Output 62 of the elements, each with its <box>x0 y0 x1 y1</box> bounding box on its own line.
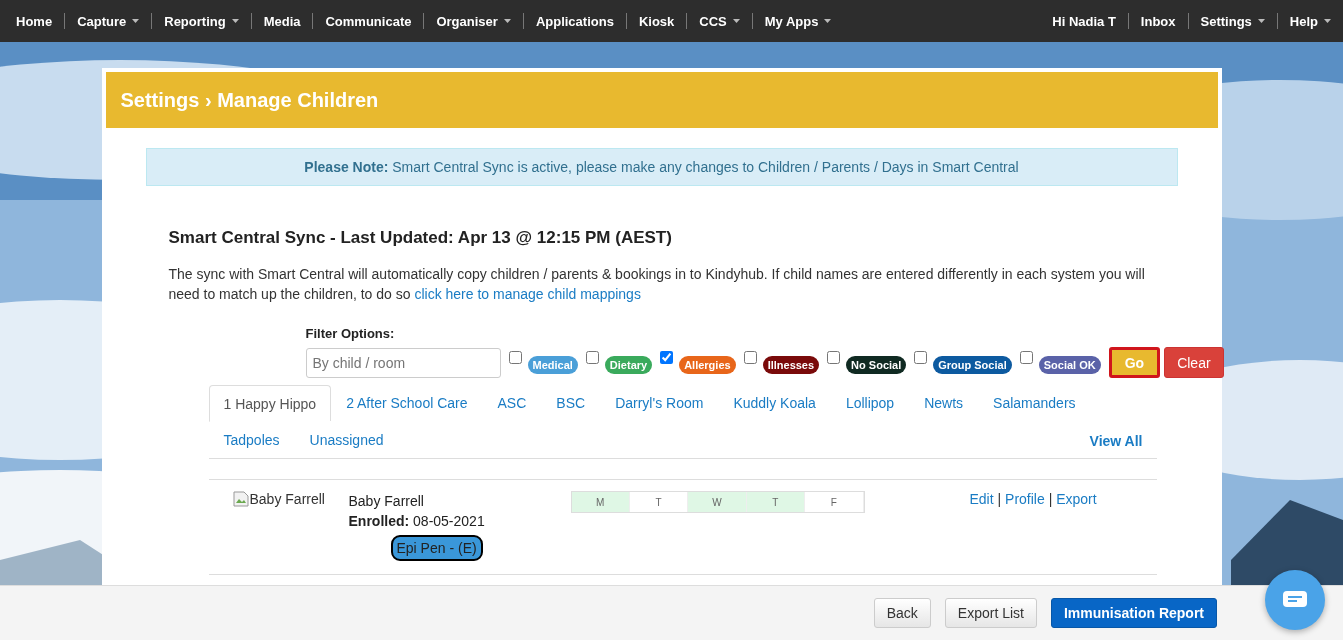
nav-link[interactable]: CCS <box>686 13 752 29</box>
nav-link[interactable]: Communicate <box>312 13 424 29</box>
caret-icon <box>732 19 740 23</box>
caret-icon <box>503 19 511 23</box>
photo-alt-text: Baby Farrell <box>249 491 325 507</box>
filter-tag: Dietary <box>604 355 653 374</box>
action-link[interactable]: Export <box>1056 491 1097 507</box>
footer-button[interactable]: Back <box>873 598 931 628</box>
medical-badge: Epi Pen - (E) <box>390 535 483 561</box>
day-cell: T <box>746 492 806 512</box>
day-cell: M <box>571 492 630 512</box>
filter-label: Filter Options: <box>305 326 396 341</box>
filter-checkbox[interactable] <box>1019 351 1033 364</box>
room-tab[interactable]: 1 Happy Hippo <box>208 385 332 422</box>
filter-tag: No Social <box>846 355 907 374</box>
child-mappings-link[interactable]: click here to manage child mappings <box>414 286 641 302</box>
footer-button[interactable]: Immunisation Report <box>1051 598 1217 628</box>
filter-tag: Medical <box>527 355 578 374</box>
action-link[interactable]: Edit <box>969 491 994 507</box>
filter-checkbox[interactable] <box>508 351 522 364</box>
nav-link[interactable]: My Apps <box>751 13 844 29</box>
caret-icon <box>824 19 832 23</box>
filter-checkbox[interactable] <box>743 351 757 364</box>
view-all-link[interactable]: View All <box>1075 423 1157 458</box>
footer-button[interactable]: Export List <box>944 598 1037 628</box>
separator: | <box>1047 491 1054 507</box>
enrolled-date: Enrolled: 08-05-2021 <box>348 512 485 531</box>
nav-link[interactable]: Hi Nadia T <box>1040 13 1128 29</box>
filter-checkbox[interactable] <box>585 351 599 364</box>
action-link[interactable]: Profile <box>1005 491 1045 507</box>
nav-link[interactable]: Reporting <box>151 13 251 29</box>
filter-tag: Illnesses <box>762 355 820 374</box>
caret-icon <box>132 19 140 23</box>
nav-link[interactable]: Applications <box>522 13 626 29</box>
nav-link[interactable]: Inbox <box>1127 13 1188 29</box>
day-cell: W <box>688 492 747 512</box>
nav-link[interactable]: Media <box>250 13 313 29</box>
caret-icon <box>231 19 239 23</box>
filter-tag: Allergies <box>679 355 736 374</box>
child-name: Baby Farrell <box>348 492 424 511</box>
caret-icon <box>1257 19 1265 23</box>
sync-notice: Please Note: Smart Central Sync is active, please make any changes to Children / Parents / Days in Smart Central <box>145 148 1178 186</box>
filter-checkbox[interactable] <box>914 351 928 364</box>
nav-link[interactable]: Help <box>1276 13 1343 29</box>
nav-link[interactable]: Capture <box>64 13 152 29</box>
filter-tag: Social OK <box>1038 355 1101 374</box>
filter-checkbox[interactable] <box>827 351 841 364</box>
nav-link[interactable]: Kiosk <box>625 13 687 29</box>
chat-icon <box>1283 591 1307 609</box>
caret-icon <box>1324 19 1331 23</box>
nav-link[interactable]: Home <box>4 13 65 29</box>
sync-description: The sync with Smart Central will automatically copy children / parents & bookings in to Kindyhub. If child names are entered differently in each system you will need to match up the children, to do so click here to manage child mappings <box>168 265 1146 304</box>
separator: | <box>996 491 1003 507</box>
sync-heading: Smart Central Sync - Last Updated: Apr 13 @ 12:15 PM (AEST) <box>168 228 673 248</box>
nav-link[interactable]: Organiser <box>423 13 523 29</box>
page-title: Settings › Manage Children <box>105 72 1218 128</box>
filter-tag: Group Social <box>933 355 1012 374</box>
broken-image-icon <box>232 491 249 507</box>
clear-button[interactable]: Clear <box>1164 347 1224 378</box>
search-field[interactable]: By child / room <box>305 347 501 378</box>
nav-link[interactable]: Settings <box>1187 13 1277 29</box>
filter-checkbox[interactable] <box>660 351 674 364</box>
